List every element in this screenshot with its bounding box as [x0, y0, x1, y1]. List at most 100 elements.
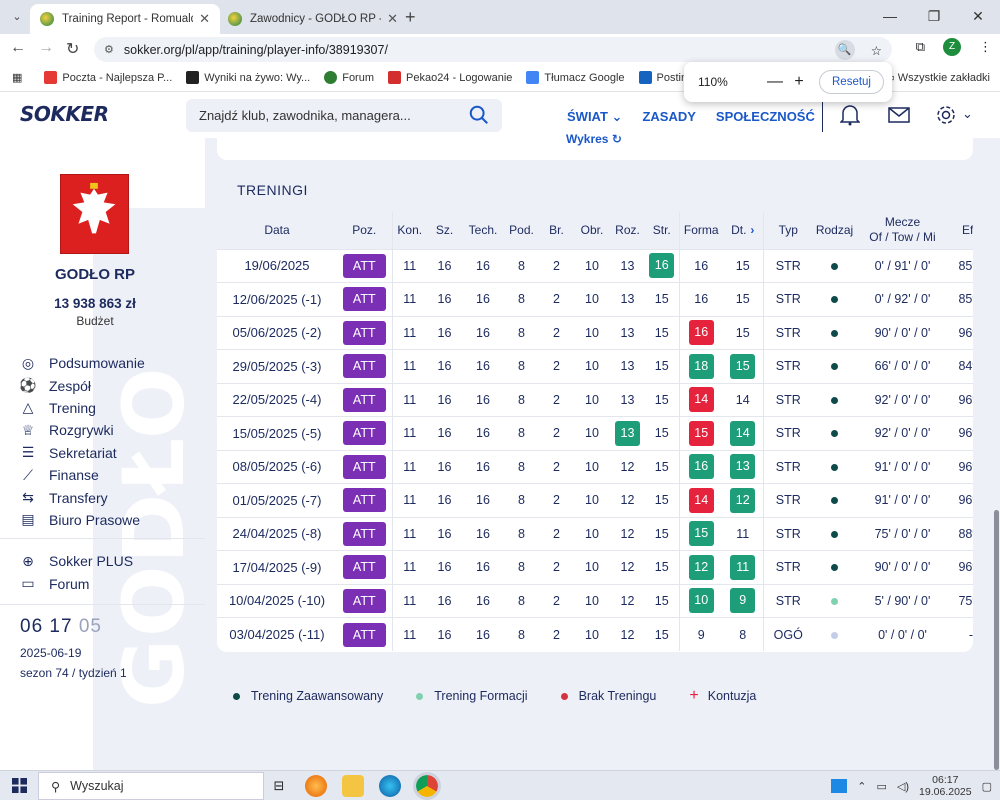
menu-kebab-icon[interactable]: ⋮: [979, 39, 992, 55]
windows-start-icon[interactable]: [12, 778, 27, 793]
legend-formation: Trening Formacji: [416, 687, 528, 705]
back-arrow-icon[interactable]: ←: [10, 39, 26, 57]
header-divider: [822, 100, 823, 132]
scrollbar-thumb[interactable]: [994, 510, 999, 770]
bookmark-star-icon[interactable]: ☆: [871, 43, 882, 58]
task-view-icon[interactable]: ⊟: [268, 775, 290, 797]
sidebar-item-label: Podsumowanie: [49, 355, 145, 372]
column-header-kon[interactable]: Kon.: [392, 212, 427, 249]
chevron-right-icon[interactable]: ›: [750, 223, 754, 237]
mail-icon[interactable]: [888, 107, 910, 123]
sidebar-item-forum[interactable]: ▭ Forum: [20, 572, 133, 594]
bell-icon[interactable]: [840, 104, 860, 126]
widget-icon[interactable]: [831, 779, 848, 793]
chart-link[interactable]: Wykres ↻: [566, 132, 622, 146]
forward-arrow-icon[interactable]: →: [38, 39, 54, 57]
menu-spolecznosc[interactable]: SPOŁECZNOŚĆ: [716, 109, 815, 125]
close-tab-icon[interactable]: ✕: [199, 11, 210, 27]
taskbar-clock[interactable]: 06:17 19.06.2025: [919, 774, 972, 798]
apps-grid-icon[interactable]: ▦: [12, 71, 22, 84]
sidebar-item-finanse[interactable]: ⟋ Finanse: [20, 464, 145, 486]
chevron-down-icon[interactable]: ⌄: [962, 106, 973, 122]
minimize-icon[interactable]: —: [868, 0, 912, 34]
bookmark-pekao[interactable]: Pekao24 - Logowanie: [388, 71, 512, 84]
chrome-icon[interactable]: [413, 772, 441, 800]
system-tray: ⌃ ▭ ◁) 06:17 19.06.2025 ▢: [831, 774, 992, 798]
network-icon[interactable]: ▭: [877, 780, 887, 793]
chat-icon: ▭: [21, 575, 35, 592]
edge-icon[interactable]: [379, 775, 401, 797]
gear-icon[interactable]: [935, 104, 957, 126]
volume-icon[interactable]: ◁): [897, 780, 909, 793]
column-header-label: Roz.: [615, 223, 640, 238]
column-header-label: Dt.: [731, 223, 747, 238]
notifications-icon[interactable]: ▢: [982, 780, 992, 793]
column-header-dt[interactable]: Dt. ›: [723, 212, 764, 249]
sidebar-item-trening[interactable]: △ Trening: [20, 397, 145, 419]
column-header-obr[interactable]: Obr.: [574, 212, 610, 249]
cell-roz: 13: [610, 416, 645, 450]
cell-forma: 10: [679, 583, 723, 618]
column-header-rodzaj[interactable]: Rodzaj: [813, 212, 856, 249]
sidebar-item-biuro-prasowe[interactable]: ▤ Biuro Prasowe: [20, 509, 145, 531]
tab-training-report[interactable]: Training Report - Romuald Waj ✕: [30, 4, 220, 34]
menu-swiat[interactable]: ŚWIAT ⌄: [567, 109, 622, 125]
site-search-input[interactable]: Znajdź klub, zawodnika, managera...: [186, 99, 502, 132]
reload-icon[interactable]: ↻: [66, 39, 79, 59]
bookmark-wyniki[interactable]: Wyniki na żywo: Wy...: [186, 71, 310, 84]
sokker-logo[interactable]: SOKKER: [20, 102, 109, 126]
page-scrollbar[interactable]: [992, 138, 1000, 770]
club-name[interactable]: GODŁO RP: [0, 266, 190, 283]
table-body: 19/06/2025 ATT 11 16 16 8 2 10 13 16 16 15 STR 0' / 9…: [217, 248, 973, 651]
column-header-pos[interactable]: Poz.: [337, 212, 393, 249]
column-header-sz[interactable]: Sz.: [427, 212, 462, 249]
column-header-mecze[interactable]: Mecze Of / Tow / Mi: [856, 212, 949, 249]
column-header-str[interactable]: Str.: [645, 212, 680, 249]
column-header-br[interactable]: Br.: [539, 212, 574, 249]
new-tab-plus-icon[interactable]: +: [405, 7, 416, 28]
restore-icon[interactable]: ❐: [912, 0, 956, 34]
firefox-icon[interactable]: [305, 775, 327, 797]
column-header-pod[interactable]: Pod.: [504, 212, 539, 249]
zoom-magnifier-icon[interactable]: 🔍: [834, 40, 855, 60]
address-bar[interactable]: ⚙ sokker.org/pl/app/training/player-info…: [94, 37, 892, 62]
cell-pod: 8: [504, 516, 539, 551]
cell-br: 2: [539, 349, 574, 383]
sidebar-item-transfery[interactable]: ⇆ Transfery: [20, 486, 145, 508]
cell-rodzaj: [813, 349, 856, 383]
sidebar-item-sokker-plus[interactable]: ⊕ Sokker PLUS: [20, 550, 133, 572]
sidebar-item-sekretariat[interactable]: ☰ Sekretariat: [20, 442, 145, 464]
cone-icon: △: [22, 399, 34, 416]
tab-zawodnicy[interactable]: Zawodnicy - GODŁO RP - Sokk ✕: [218, 4, 408, 34]
club-emblem-eagle-icon[interactable]: [60, 174, 129, 254]
sidebar-item-zespol[interactable]: ⚽ Zespół: [19, 374, 145, 396]
file-explorer-icon[interactable]: [342, 775, 364, 797]
column-header-efe[interactable]: Efe: [949, 212, 973, 249]
chevron-up-icon[interactable]: ⌃: [857, 780, 866, 793]
extensions-puzzle-icon[interactable]: ⧉: [916, 39, 925, 55]
menu-zasady[interactable]: ZASADY: [642, 109, 695, 125]
zoom-out-button[interactable]: —: [763, 73, 787, 91]
cell-pos: ATT: [337, 416, 393, 450]
taskbar-search[interactable]: ⚲ Wyszukaj: [38, 772, 264, 800]
column-header-label: Data: [264, 223, 290, 238]
column-header-tech[interactable]: Tech.: [462, 212, 504, 249]
all-bookmarks[interactable]: ▭ Wszystkie zakładki: [884, 71, 990, 84]
zoom-reset-button[interactable]: Resetuj: [819, 70, 884, 94]
zoom-in-button[interactable]: +: [787, 73, 811, 91]
tab-search-chevron-icon[interactable]: ⌄: [6, 6, 28, 28]
sidebar-item-podsumowanie[interactable]: ◎ Podsumowanie: [20, 352, 145, 374]
column-header-roz[interactable]: Roz.: [610, 212, 645, 249]
bookmark-forum[interactable]: Forum: [324, 71, 374, 84]
column-header-typ[interactable]: Typ: [763, 212, 813, 249]
bookmark-poczta[interactable]: Poczta - Najlepsza P...: [44, 71, 172, 84]
close-tab-icon[interactable]: ✕: [387, 11, 398, 27]
bookmark-translate[interactable]: Tłumacz Google: [526, 71, 625, 84]
column-header-date[interactable]: Data: [217, 212, 337, 249]
sidebar-item-rozgrywki[interactable]: ♕ Rozgrywki: [20, 419, 145, 441]
site-info-icon[interactable]: ⚙: [104, 43, 114, 56]
profile-avatar[interactable]: Z: [943, 38, 961, 56]
search-icon[interactable]: [468, 104, 490, 126]
close-window-icon[interactable]: ✕: [956, 0, 1000, 34]
column-header-forma[interactable]: Forma: [679, 212, 723, 249]
